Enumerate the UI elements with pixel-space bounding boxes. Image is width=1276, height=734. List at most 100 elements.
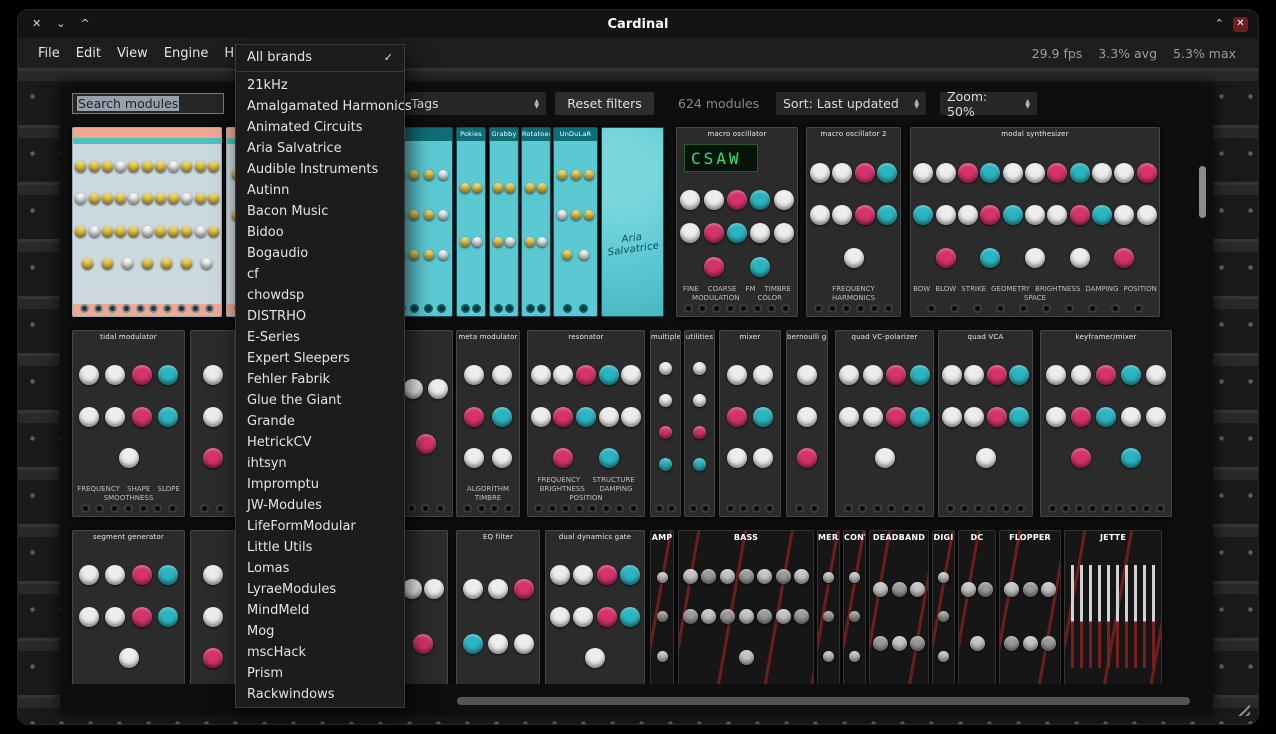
module-undular[interactable]: UnDuLaR: [553, 127, 598, 317]
knob: [987, 407, 1007, 427]
module-deadband[interactable]: DEADBANDWIDTHGAP: [869, 530, 929, 684]
brand-menu-item[interactable]: Autinn: [236, 180, 404, 201]
knob: [1047, 163, 1067, 183]
menu-edit[interactable]: Edit: [76, 46, 101, 61]
brand-menu-item[interactable]: cf: [236, 264, 404, 285]
brand-menu-item[interactable]: Mog: [236, 621, 404, 642]
knob: [875, 448, 895, 468]
brand-menu-item[interactable]: HetrickCV: [236, 432, 404, 453]
knob: [863, 365, 883, 385]
module-pokies[interactable]: Pokies: [456, 127, 486, 317]
module-aria-salvatrice[interactable]: Aria Salvatrice: [601, 127, 664, 317]
module-flopper[interactable]: FLOPPERCV: [999, 530, 1061, 684]
module-quad-vca[interactable]: quad VCA: [938, 330, 1033, 517]
knob: [1004, 636, 1019, 651]
module-dc[interactable]: DC: [958, 530, 996, 684]
chevron-up-icon[interactable]: ^: [80, 17, 89, 31]
module-tidal-modulator[interactable]: tidal modulatorFREQUENCYSHAPESLOPESMOOTH…: [72, 330, 185, 517]
brand-menu-item[interactable]: LyraeModules: [236, 579, 404, 600]
brand-menu-item[interactable]: Aria Salvatrice: [236, 138, 404, 159]
module-card[interactable]: [190, 530, 235, 684]
knob: [693, 426, 706, 439]
brand-menu-item[interactable]: Animated Circuits: [236, 117, 404, 138]
module-card[interactable]: [398, 330, 453, 517]
module-quad-vc-polarizer[interactable]: quad VC-polarizer: [835, 330, 934, 517]
module-title: BASS: [679, 531, 813, 544]
brand-menu-item[interactable]: Bogaudio: [236, 243, 404, 264]
brand-menu-item-label: DISTRHO: [247, 309, 306, 324]
horizontal-scrollbar[interactable]: [457, 697, 1190, 705]
brand-menu-item[interactable]: LifeFormModular: [236, 516, 404, 537]
close-icon[interactable]: ✕: [32, 17, 41, 31]
brand-menu-item[interactable]: Amalgamated Harmonics: [236, 96, 404, 117]
module-meta-modulator[interactable]: meta modulatorALGORITHMTIMBRE: [456, 330, 520, 517]
brand-menu-item[interactable]: Grande: [236, 411, 404, 432]
brand-menu-item[interactable]: Prism: [236, 663, 404, 684]
menu-view[interactable]: View: [117, 46, 148, 61]
jack: [602, 504, 611, 513]
knob: [525, 237, 535, 247]
knob: [403, 379, 423, 399]
brand-menu-item[interactable]: mscHack: [236, 642, 404, 663]
jack: [505, 304, 514, 313]
brand-menu-item[interactable]: ihtsyn: [236, 453, 404, 474]
brand-menu-item[interactable]: Rackwindows: [236, 684, 404, 705]
menu-file[interactable]: File: [38, 46, 60, 61]
module-art: [193, 345, 232, 488]
module-bernoulli-gate[interactable]: bernoulli gate: [786, 330, 828, 517]
knob: [115, 226, 126, 237]
brand-menu-item[interactable]: Impromptu: [236, 474, 404, 495]
module-conv[interactable]: CONV: [843, 530, 866, 684]
module-card[interactable]: [398, 530, 448, 684]
module-segment-generator[interactable]: segment generator: [72, 530, 185, 684]
brand-menu-item[interactable]: chowdsp: [236, 285, 404, 306]
jack: [814, 304, 823, 313]
shade-icon[interactable]: ⌃: [1215, 17, 1224, 31]
knob: [757, 569, 772, 584]
module-modal-synthesizer[interactable]: modal synthesizerBOWBLOWSTRIKEGEOMETRYBR…: [910, 127, 1160, 317]
brand-menu-item[interactable]: Audible Instruments: [236, 159, 404, 180]
module-keyframer-mixer[interactable]: keyframer/mixer: [1040, 330, 1172, 517]
module-jette[interactable]: JETTE: [1064, 530, 1162, 684]
brand-menu-item[interactable]: DISTRHO: [236, 306, 404, 327]
module-bass[interactable]: BASSCUTOFFRESONANCEDECAYACCENTENV/MOD: [678, 530, 814, 684]
chevron-down-icon[interactable]: ⌄: [56, 17, 65, 31]
brand-menu-item[interactable]: MindMeld: [236, 600, 404, 621]
module-digi[interactable]: DIGI: [932, 530, 955, 684]
module-mixer[interactable]: mixer: [719, 330, 781, 517]
brand-menu-item[interactable]: 21kHz: [236, 75, 404, 96]
module-grabby[interactable]: Grabby: [489, 127, 519, 317]
vertical-scrollbar[interactable]: [1199, 166, 1206, 218]
jack: [946, 504, 955, 513]
module-card[interactable]: [190, 330, 235, 517]
knob: [1121, 365, 1141, 385]
module-resonator[interactable]: resonatorFREQUENCYSTRUCTUREBRIGHTNESSDAM…: [527, 330, 645, 517]
knob: [680, 190, 700, 210]
jack: [80, 304, 89, 313]
jack: [781, 304, 790, 313]
module-rotatoes[interactable]: Rotatoes: [521, 127, 551, 317]
brand-menu-item[interactable]: E-Series: [236, 327, 404, 348]
brand-menu-item[interactable]: JW-Modules: [236, 495, 404, 516]
module-dual-dynamics-gate[interactable]: dual dynamics gate: [545, 530, 645, 684]
module-macro-oscillator-2[interactable]: macro oscillator 2FREQUENCYHARMONICS: [806, 127, 901, 317]
brand-menu-item[interactable]: Bacon Music: [236, 201, 404, 222]
module-eq-filter[interactable]: EQ filterFREQGAIN: [456, 530, 540, 684]
module-mera[interactable]: MERACV: [817, 530, 840, 684]
slider: [1071, 565, 1074, 668]
brand-menu-item[interactable]: Fehler Fabrik: [236, 369, 404, 390]
resize-grip[interactable]: [1235, 701, 1250, 716]
module-utilities[interactable]: utilities: [684, 330, 715, 517]
module-macro-oscillator[interactable]: macro oscillatorCSAWFINECOARSEFMTIMBREMO…: [676, 127, 798, 317]
window-close-icon[interactable]: ✕: [1233, 17, 1248, 32]
brand-menu-item[interactable]: Little Utils: [236, 537, 404, 558]
module-amp[interactable]: AMPCVIN: [650, 530, 674, 684]
module-card[interactable]: [72, 127, 222, 317]
menu-engine[interactable]: Engine: [164, 46, 209, 61]
brand-menu-item[interactable]: Expert Sleepers: [236, 348, 404, 369]
brand-menu-item[interactable]: Lomas: [236, 558, 404, 579]
brand-menu-item[interactable]: All brands✓: [236, 47, 404, 68]
brand-menu-item[interactable]: Glue the Giant: [236, 390, 404, 411]
module-multiples[interactable]: multiples: [650, 330, 681, 517]
brand-menu-item[interactable]: Bidoo: [236, 222, 404, 243]
